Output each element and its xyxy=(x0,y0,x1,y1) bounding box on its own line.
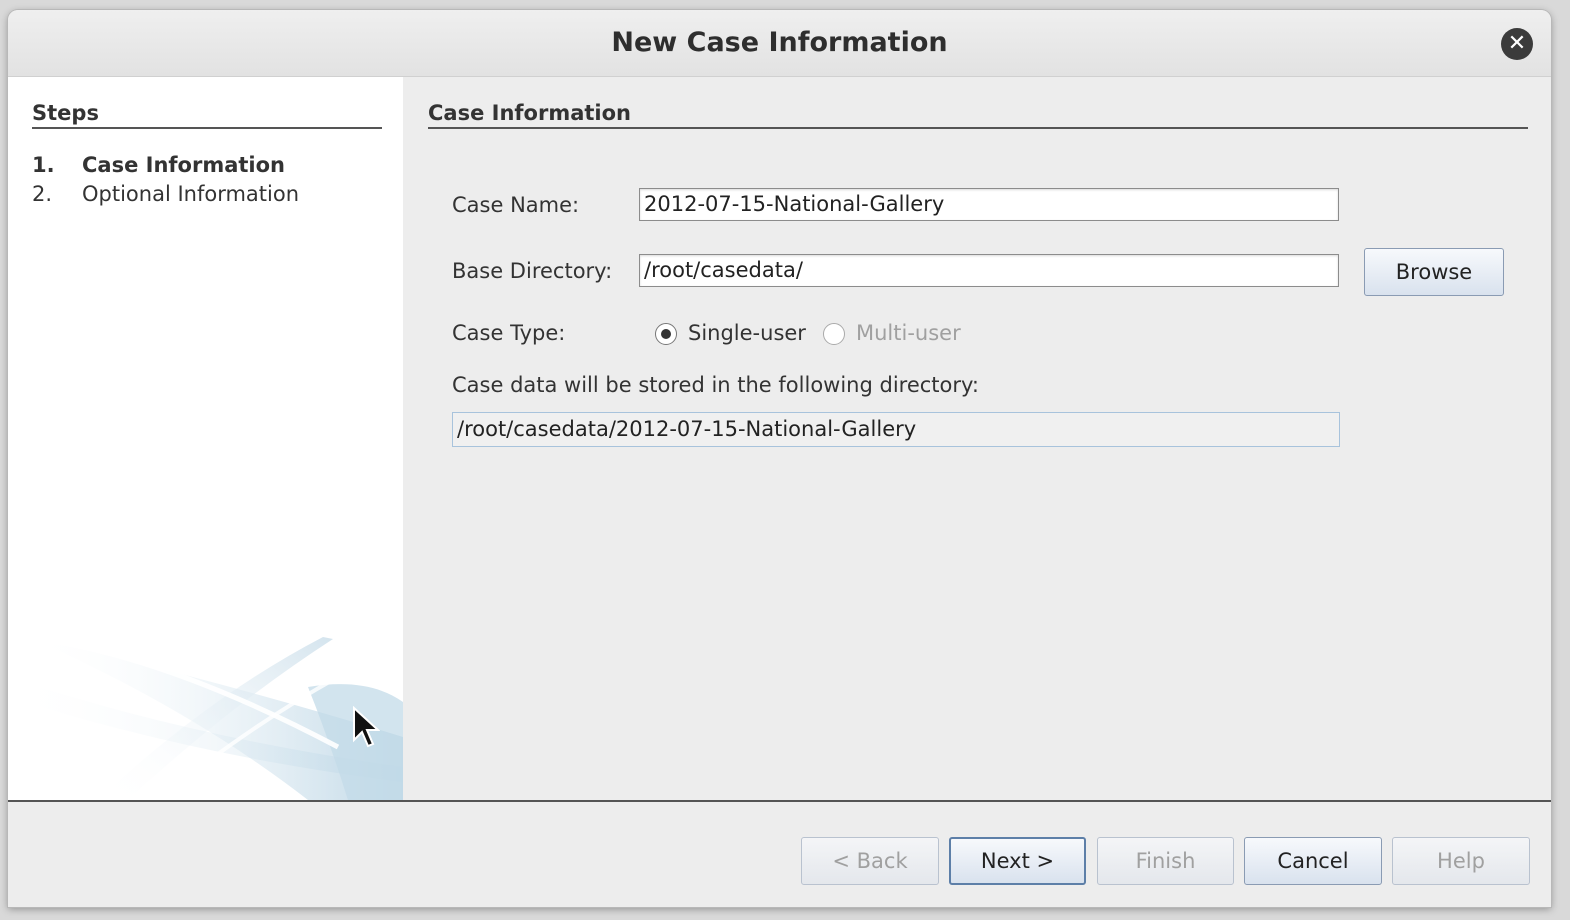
wizard-footer: < Back Next > Finish Cancel Help xyxy=(8,800,1551,907)
decorative-swoosh-graphic xyxy=(8,636,403,800)
next-button[interactable]: Next > xyxy=(949,837,1086,885)
steps-divider xyxy=(32,127,382,129)
storage-directory-field: /root/casedata/2012-07-15-National-Galle… xyxy=(452,412,1340,447)
single-user-radio[interactable] xyxy=(655,323,677,345)
base-directory-label: Base Directory: xyxy=(452,259,613,283)
step-optional-information: 2. Optional Information xyxy=(32,182,299,206)
case-type-label: Case Type: xyxy=(452,321,566,345)
step-number: 2. xyxy=(32,182,53,206)
step-number: 1. xyxy=(32,153,55,177)
step-label: Optional Information xyxy=(82,182,300,206)
section-divider xyxy=(428,127,1528,129)
title-bar: New Case Information ✕ xyxy=(8,10,1551,77)
new-case-dialog: New Case Information ✕ Steps 1. Case Info… xyxy=(8,10,1551,907)
browse-button[interactable]: Browse xyxy=(1364,248,1504,296)
case-information-panel: Case Information Case Name: 2012-07-15-N… xyxy=(403,77,1551,800)
close-icon[interactable]: ✕ xyxy=(1501,28,1533,60)
step-case-information: 1. Case Information xyxy=(32,153,285,177)
step-label: Case Information xyxy=(82,153,285,177)
base-directory-input[interactable]: /root/casedata/ xyxy=(639,254,1339,287)
finish-button: Finish xyxy=(1097,837,1234,885)
back-button: < Back xyxy=(801,837,939,885)
storage-directory-label: Case data will be stored in the followin… xyxy=(452,373,979,397)
single-user-label[interactable]: Single-user xyxy=(688,321,806,345)
steps-panel: Steps 1. Case Information 2. Optional Info… xyxy=(8,77,403,800)
mouse-cursor-icon xyxy=(353,706,380,748)
help-button: Help xyxy=(1392,837,1530,885)
multi-user-label: Multi-user xyxy=(856,321,961,345)
dialog-title: New Case Information xyxy=(611,27,948,58)
section-heading: Case Information xyxy=(428,101,631,125)
cancel-button[interactable]: Cancel xyxy=(1244,837,1382,885)
steps-heading: Steps xyxy=(32,101,99,125)
case-name-input[interactable]: 2012-07-15-National-Gallery xyxy=(639,188,1339,221)
case-name-label: Case Name: xyxy=(452,193,580,217)
multi-user-radio xyxy=(823,323,845,345)
